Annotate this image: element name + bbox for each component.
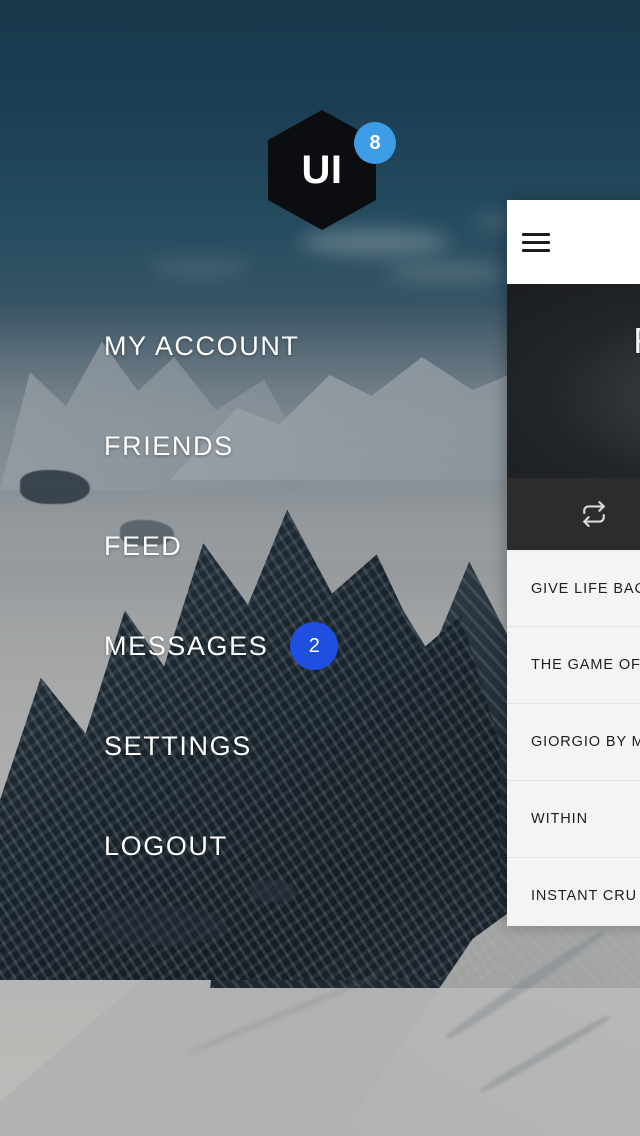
track-title: THE GAME OF (531, 657, 640, 673)
logo-notification-badge[interactable]: 8 (354, 122, 396, 164)
nav-item-label: MY ACCOUNT (104, 330, 300, 361)
track-title: GIORGIO BY M (531, 734, 640, 750)
cloud-shape (386, 262, 506, 282)
nav-item-friends[interactable]: FRIENDS (104, 396, 434, 496)
nav-item-feed[interactable]: FEED (104, 496, 434, 596)
track-title: GIVE LIFE BAC (531, 580, 640, 597)
rock-detail (96, 905, 226, 945)
track-list-item[interactable]: GIORGIO BY M (507, 704, 640, 781)
album-title-line1: Ran (507, 318, 640, 364)
track-list-item[interactable]: THE GAME OF (507, 627, 640, 704)
nav-item-settings[interactable]: SETTINGS (104, 696, 434, 796)
nav-item-label: MESSAGES (104, 630, 269, 661)
rock-detail (20, 470, 90, 504)
nav-item-messages[interactable]: MESSAGES 2 (104, 596, 434, 696)
track-list-item[interactable]: GIVE LIFE BAC (507, 550, 640, 627)
album-hero: Ran M (507, 284, 640, 478)
main-nav: MY ACCOUNT FRIENDS FEED MESSAGES 2 SETTI… (104, 296, 434, 896)
hamburger-icon[interactable] (522, 232, 550, 252)
track-title: INSTANT CRU (531, 888, 638, 904)
app-logo[interactable]: UI 8 (268, 110, 396, 238)
nav-item-my-account[interactable]: MY ACCOUNT (104, 296, 434, 396)
album-title-line2: M (507, 364, 640, 410)
nav-item-logout[interactable]: LOGOUT (104, 796, 434, 896)
nav-item-label: LOGOUT (104, 830, 228, 861)
app-root: UI 8 MY ACCOUNT FRIENDS FEED MESSAGES 2 … (0, 0, 640, 1136)
messages-badge: 2 (290, 622, 339, 670)
track-title: WITHIN (531, 811, 588, 827)
album-title: Ran M (507, 318, 640, 410)
music-player-panel: Ran M GIVE LIFE BA (507, 200, 640, 926)
player-controls (507, 478, 640, 550)
repeat-icon[interactable] (577, 497, 611, 531)
cloud-shape (150, 258, 250, 276)
nav-item-label: FEED (104, 530, 183, 561)
track-list-item[interactable]: INSTANT CRU (507, 858, 640, 926)
track-list: GIVE LIFE BAC THE GAME OF GIORGIO BY M W… (507, 550, 640, 926)
panel-header (507, 200, 640, 284)
track-list-item[interactable]: WITHIN (507, 781, 640, 858)
nav-item-label: FRIENDS (104, 430, 234, 461)
nav-item-label: SETTINGS (104, 730, 252, 761)
